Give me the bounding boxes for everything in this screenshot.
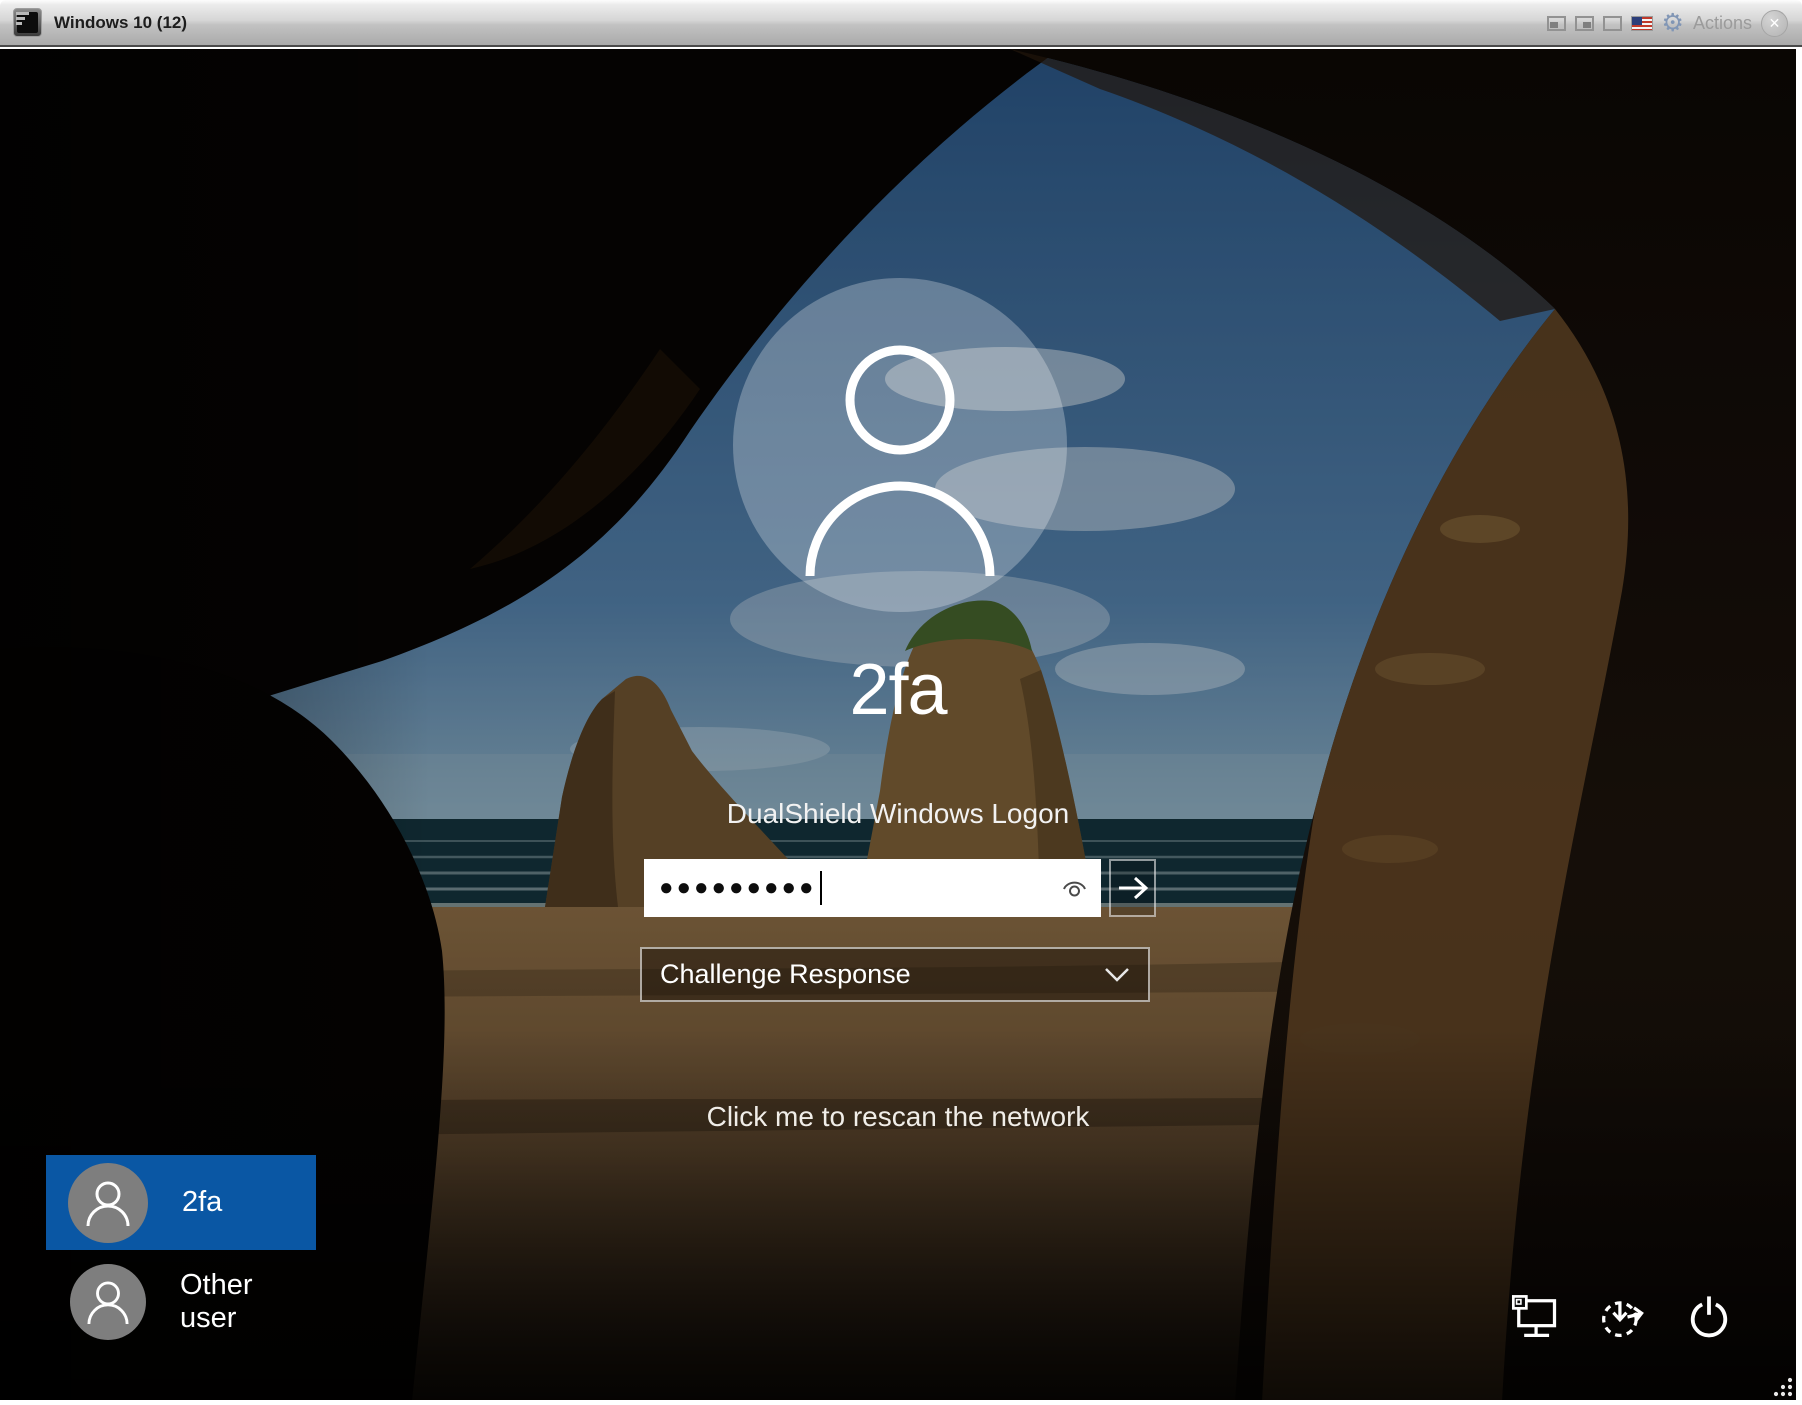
console-window-icon	[13, 8, 42, 37]
password-input[interactable]: ●●●●●●●●●	[644, 859, 1101, 917]
text-caret	[820, 871, 823, 905]
close-icon: ✕	[1768, 15, 1781, 31]
credential-provider-title: DualShield Windows Logon	[726, 798, 1070, 829]
actions-button[interactable]: Actions	[1693, 13, 1752, 34]
titlebar-controls: ⚙ Actions ✕	[1546, 0, 1788, 47]
vm-screen: 2fa DualShield Windows Logon ●●●●●●●●● C…	[0, 49, 1796, 1400]
password-masked-value: ●●●●●●●●●	[659, 874, 817, 901]
submit-password-button[interactable]	[1109, 859, 1156, 917]
person-icon	[87, 1281, 129, 1325]
scale-mode-icon[interactable]	[1546, 16, 1566, 31]
close-console-button[interactable]: ✕	[1761, 10, 1788, 37]
reveal-password-eye-icon[interactable]	[1061, 876, 1088, 900]
settings-gear-icon[interactable]: ⚙	[1662, 11, 1684, 36]
user-name-label: 2fa	[182, 1186, 223, 1218]
user-list-item-2fa[interactable]: 2fa	[46, 1155, 316, 1250]
user-avatar-small	[70, 1264, 146, 1340]
vm-console-titlebar: Windows 10 (12) ⚙ Actions ✕	[0, 0, 1802, 47]
fit-mode-icon[interactable]	[1574, 16, 1594, 31]
ease-of-access-icon	[1602, 1301, 1644, 1338]
arrow-right-icon	[1118, 876, 1148, 900]
user-avatar-small	[68, 1162, 148, 1243]
network-button[interactable]	[1508, 1290, 1562, 1344]
auth-method-dropdown[interactable]: Challenge Response	[640, 947, 1150, 1002]
user-name-label: Other user	[180, 1269, 253, 1334]
power-button[interactable]	[1682, 1290, 1736, 1344]
user-list-item-other-user[interactable]: Other user	[46, 1260, 316, 1344]
ease-of-access-button[interactable]	[1594, 1290, 1648, 1344]
keyboard-layout-flag-icon[interactable]	[1630, 16, 1653, 31]
vm-window-title: Windows 10 (12)	[54, 12, 188, 32]
network-icon	[1511, 1295, 1557, 1338]
person-icon	[86, 1181, 130, 1226]
chevron-down-icon	[1105, 967, 1129, 982]
resize-grip-handle[interactable]	[1770, 1374, 1794, 1398]
person-icon	[805, 345, 995, 577]
signed-in-username: 2fa	[849, 650, 947, 730]
auth-method-value: Challenge Response	[660, 959, 911, 989]
full-mode-icon[interactable]	[1602, 16, 1622, 31]
rescan-network-link[interactable]: Click me to rescan the network	[0, 1101, 1796, 1133]
power-icon	[1690, 1296, 1728, 1338]
user-avatar	[733, 278, 1067, 612]
